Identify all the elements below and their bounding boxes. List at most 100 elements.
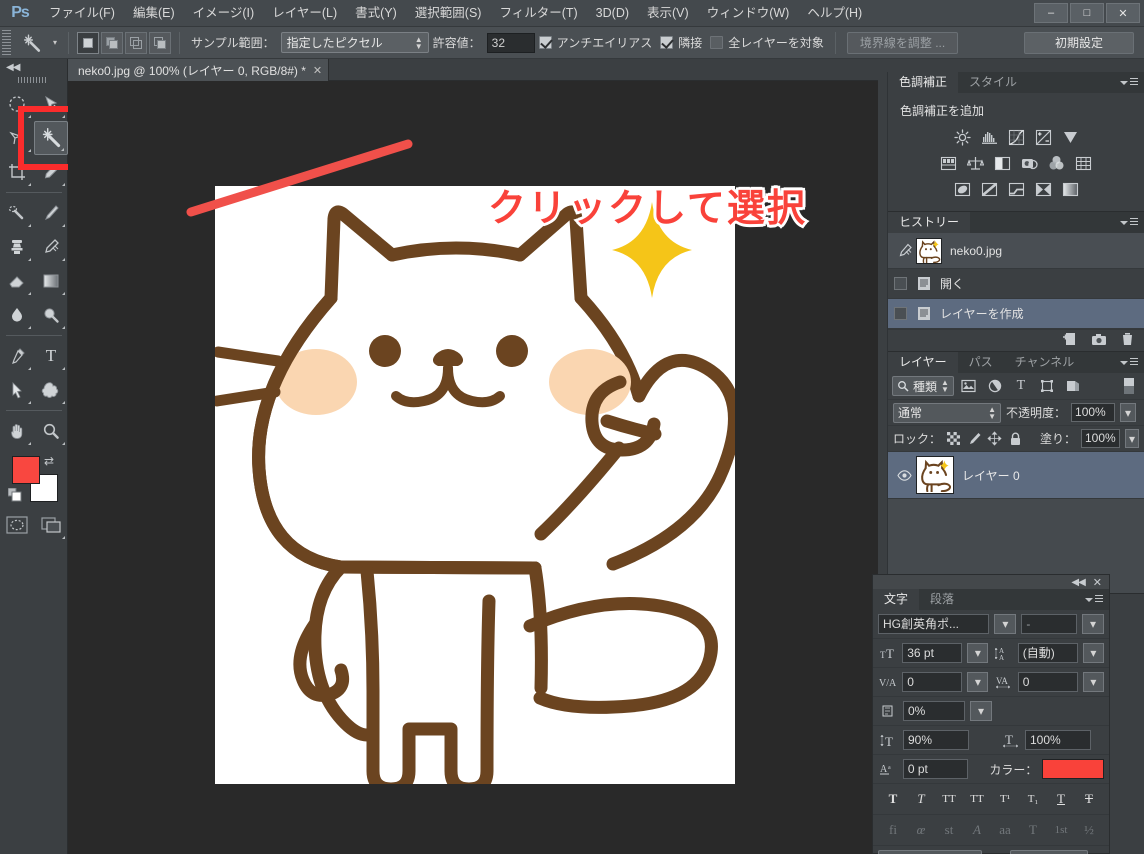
kerning-input[interactable]: 0 bbox=[902, 672, 963, 692]
strikethrough-button[interactable]: T bbox=[1078, 789, 1100, 809]
all-layers-checkbox[interactable]: 全レイヤーを対象 bbox=[710, 34, 824, 51]
faux-italic-button[interactable]: T bbox=[910, 789, 932, 809]
opacity-slider-chevron-icon[interactable]: ▾ bbox=[1120, 403, 1137, 422]
font-family-input[interactable]: HG創英角ポ... bbox=[878, 614, 990, 634]
layer-row-layer-0[interactable]: レイヤー 0 bbox=[888, 451, 1144, 499]
ordinals-button[interactable]: 1st bbox=[1050, 820, 1072, 840]
magic-wand-tool[interactable] bbox=[34, 121, 68, 155]
canvas-area[interactable]: クリックして選択 bbox=[68, 81, 878, 854]
gradient-tool[interactable] bbox=[34, 264, 68, 298]
menu-select[interactable]: 選択範囲(S) bbox=[406, 0, 491, 27]
stylistic-alternates-button[interactable]: T bbox=[1022, 820, 1044, 840]
close-icon[interactable]: ✕ bbox=[313, 64, 322, 77]
levels-icon[interactable] bbox=[979, 127, 1000, 148]
menu-image[interactable]: イメージ(I) bbox=[184, 0, 264, 27]
selective-color-icon[interactable] bbox=[1033, 179, 1054, 200]
healing-brush-tool[interactable] bbox=[0, 196, 34, 230]
threshold-icon[interactable] bbox=[1006, 179, 1027, 200]
menu-filter[interactable]: フィルター(T) bbox=[490, 0, 586, 27]
font-family-chevron-icon[interactable]: ▾ bbox=[994, 614, 1017, 634]
underline-button[interactable]: T bbox=[1050, 789, 1072, 809]
standard-ligatures-button[interactable]: fi bbox=[882, 820, 904, 840]
font-size-input[interactable]: 36 pt bbox=[902, 643, 963, 663]
marquee-tool[interactable] bbox=[0, 87, 34, 121]
tools-collapse-button[interactable]: ◀◀ bbox=[0, 59, 67, 75]
fractions-button[interactable]: ½ bbox=[1078, 820, 1100, 840]
tracking-chevron-icon[interactable]: ▾ bbox=[1082, 672, 1104, 692]
crop-tool[interactable] bbox=[0, 155, 34, 189]
discretionary-ligatures-button[interactable]: œ bbox=[910, 820, 932, 840]
type-layer-filter-icon[interactable]: T bbox=[1010, 376, 1032, 396]
tab-paths[interactable]: パス bbox=[957, 352, 1004, 373]
lasso-tool[interactable] bbox=[0, 121, 34, 155]
quick-mask-button[interactable] bbox=[0, 508, 34, 542]
layer-filter-type-select[interactable]: 種類 ▲ ▼ bbox=[892, 376, 954, 396]
subscript-button[interactable]: T₁ bbox=[1022, 789, 1044, 809]
exposure-icon[interactable] bbox=[1033, 127, 1054, 148]
photo-filter-icon[interactable] bbox=[1019, 153, 1040, 174]
panel-menu-icon[interactable] bbox=[1120, 356, 1138, 369]
tab-paragraph[interactable]: 段落 bbox=[919, 589, 966, 610]
filter-power-toggle[interactable] bbox=[1118, 376, 1140, 396]
all-caps-button[interactable]: TT bbox=[938, 789, 960, 809]
default-colors-icon[interactable] bbox=[7, 487, 22, 505]
panel-menu-icon[interactable] bbox=[1085, 593, 1103, 606]
contiguous-checkbox[interactable]: 隣接 bbox=[660, 34, 702, 51]
invert-icon[interactable] bbox=[952, 179, 973, 200]
menu-view[interactable]: 表示(V) bbox=[638, 0, 698, 27]
minimize-button[interactable]: – bbox=[1034, 3, 1068, 23]
document-tab[interactable]: neko0.jpg @ 100% (レイヤー 0, RGB/8#) * ✕ bbox=[68, 59, 330, 81]
history-brush-icon[interactable] bbox=[894, 243, 916, 258]
tab-adjustments[interactable]: 色調補正 bbox=[888, 72, 959, 93]
tools-panel-grip[interactable] bbox=[18, 77, 48, 83]
font-size-chevron-icon[interactable]: ▾ bbox=[967, 643, 989, 663]
menu-layer[interactable]: レイヤー(L) bbox=[263, 0, 346, 27]
close-button[interactable]: ✕ bbox=[1106, 3, 1140, 23]
dodge-tool[interactable] bbox=[34, 298, 68, 332]
move-tool[interactable] bbox=[34, 87, 68, 121]
new-document-from-state-icon[interactable] bbox=[1062, 332, 1077, 349]
shape-layer-filter-icon[interactable] bbox=[1036, 376, 1058, 396]
hand-tool[interactable] bbox=[0, 414, 34, 448]
opacity-input[interactable]: 100% bbox=[1071, 403, 1116, 422]
menu-file[interactable]: ファイル(F) bbox=[40, 0, 124, 27]
pixel-layer-filter-icon[interactable] bbox=[958, 376, 980, 396]
font-style-input[interactable]: - bbox=[1021, 614, 1078, 634]
brush-tool[interactable] bbox=[34, 196, 68, 230]
blend-mode-select[interactable]: 通常 ▲ ▼ bbox=[893, 402, 1001, 423]
swap-colors-icon[interactable]: ⇄ bbox=[44, 454, 54, 468]
type-tool[interactable]: T bbox=[34, 339, 68, 373]
swash-button[interactable]: A bbox=[966, 820, 988, 840]
zoom-tool[interactable] bbox=[34, 414, 68, 448]
history-snapshot-row[interactable]: neko0.jpg bbox=[888, 233, 1144, 269]
layer-visibility-icon[interactable] bbox=[894, 469, 914, 481]
leading-input[interactable]: (自動) bbox=[1017, 643, 1078, 663]
channel-mixer-icon[interactable] bbox=[1046, 153, 1067, 174]
intersect-with-selection-button[interactable] bbox=[149, 31, 171, 54]
adjustment-layer-filter-icon[interactable] bbox=[984, 376, 1006, 396]
tolerance-input[interactable]: 32 bbox=[486, 32, 535, 53]
tab-channels[interactable]: チャンネル bbox=[1003, 352, 1086, 373]
fill-slider-chevron-icon[interactable]: ▾ bbox=[1124, 429, 1139, 448]
font-style-chevron-icon[interactable]: ▾ bbox=[1082, 614, 1104, 634]
add-to-selection-button[interactable] bbox=[101, 31, 123, 54]
refine-edge-button[interactable]: 境界線を調整 ... bbox=[846, 31, 959, 54]
options-bar-grip[interactable] bbox=[2, 29, 11, 56]
screen-mode-button[interactable] bbox=[34, 508, 68, 542]
menu-help[interactable]: ヘルプ(H) bbox=[798, 0, 871, 27]
history-state-create-layer[interactable]: レイヤーを作成 bbox=[888, 299, 1144, 329]
fill-input[interactable]: 100% bbox=[1080, 429, 1120, 448]
kerning-chevron-icon[interactable]: ▾ bbox=[967, 672, 989, 692]
history-state-checkbox[interactable] bbox=[894, 277, 907, 290]
foreground-color-swatch[interactable] bbox=[12, 456, 40, 484]
titling-alternates-button[interactable]: aa bbox=[994, 820, 1016, 840]
tracking-input[interactable]: 0 bbox=[1017, 672, 1078, 692]
curves-icon[interactable] bbox=[1006, 127, 1027, 148]
panel-menu-icon[interactable] bbox=[1120, 76, 1138, 89]
brightness-contrast-icon[interactable] bbox=[952, 127, 973, 148]
black-white-icon[interactable] bbox=[992, 153, 1013, 174]
pen-tool[interactable] bbox=[0, 339, 34, 373]
tab-layers[interactable]: レイヤー bbox=[888, 352, 958, 373]
small-caps-button[interactable]: TT bbox=[966, 789, 988, 809]
tab-styles[interactable]: スタイル bbox=[958, 72, 1029, 93]
